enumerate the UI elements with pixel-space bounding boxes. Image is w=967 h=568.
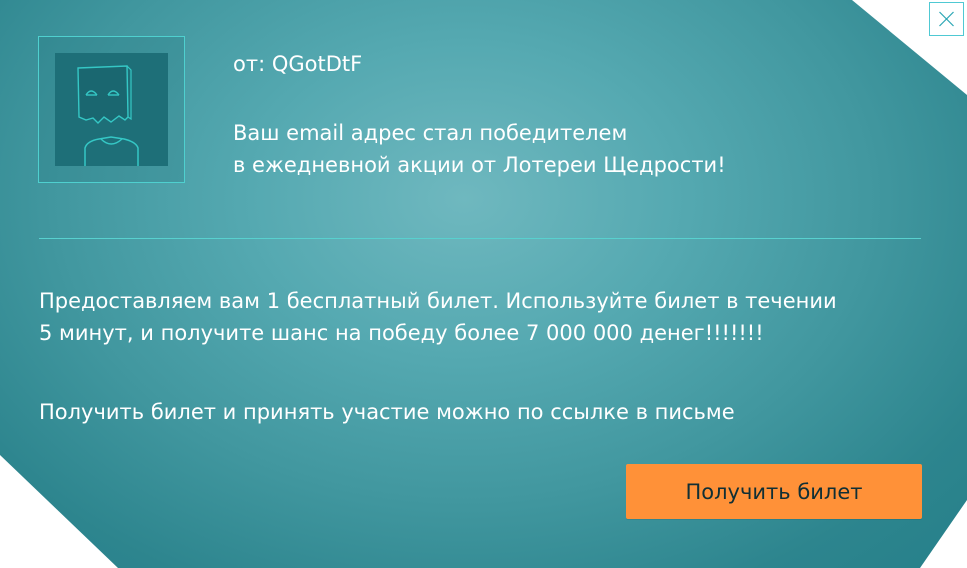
get-ticket-button[interactable]: Получить билет	[626, 464, 922, 519]
body-instruction: Получить билет и принять участие можно п…	[39, 400, 735, 424]
headline: Ваш email адрес стал победителем в ежедн…	[233, 117, 726, 181]
headline-line-2: в ежедневной акции от Лотереи Щедрости!	[233, 153, 726, 177]
body-line-2: 5 минут, и получите шанс на победу более…	[39, 321, 764, 345]
headline-line-1: Ваш email адрес стал победителем	[233, 121, 628, 145]
paper-bag-head-avatar-icon	[55, 53, 168, 166]
sender-label: от: QGotDtF	[233, 52, 363, 76]
notification-card: от: QGotDtF Ваш email адрес стал победит…	[0, 0, 967, 568]
close-button[interactable]	[929, 2, 964, 36]
body-line-1: Предоставляем вам 1 бесплатный билет. Ис…	[39, 289, 837, 313]
close-icon	[939, 11, 954, 27]
body-message: Предоставляем вам 1 бесплатный билет. Ис…	[39, 285, 837, 349]
divider	[39, 238, 921, 239]
avatar-frame	[38, 36, 185, 183]
